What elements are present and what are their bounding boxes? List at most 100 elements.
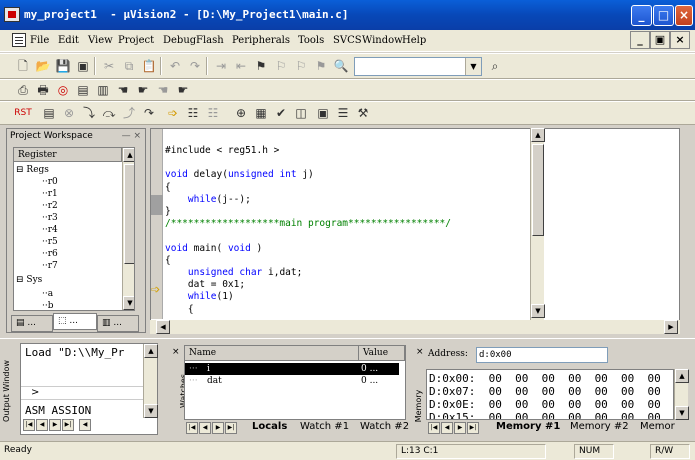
- scroll-thumb[interactable]: [124, 164, 134, 264]
- last-tab-icon[interactable]: ▶|: [225, 422, 237, 434]
- open-folder-icon[interactable]: 📂: [34, 57, 52, 75]
- tab-watch-2[interactable]: Watch #2: [360, 419, 409, 435]
- scroll-down-icon[interactable]: ▼: [675, 406, 689, 420]
- tab-books[interactable]: ▥ ...: [97, 315, 139, 332]
- scroll-up-icon[interactable]: ▲: [675, 369, 689, 383]
- maximize-button[interactable]: □: [653, 5, 674, 26]
- hand-disabled-icon[interactable]: ☚: [154, 81, 172, 99]
- tab-files[interactable]: ▤ ...: [11, 315, 53, 332]
- prev-tab-icon[interactable]: ◀: [441, 422, 453, 434]
- menu-svcs[interactable]: SVCS: [333, 35, 362, 46]
- bookmark-clear-icon[interactable]: ⚑: [312, 57, 330, 75]
- performance-analyzer-icon[interactable]: ◫: [292, 104, 310, 122]
- menu-edit[interactable]: Edit: [58, 35, 79, 46]
- menu-project[interactable]: Project: [118, 35, 154, 46]
- code-coverage-icon[interactable]: ✔: [272, 104, 290, 122]
- menu-view[interactable]: View: [88, 35, 113, 46]
- find-in-files-icon[interactable]: 🔍: [332, 57, 350, 75]
- memory-window-icon[interactable]: ▣: [314, 104, 332, 122]
- tree-node[interactable]: ··r4: [42, 224, 58, 236]
- scroll-thumb[interactable]: [532, 144, 544, 236]
- run-icon[interactable]: ▤: [40, 104, 58, 122]
- trace-record-icon[interactable]: ☷: [204, 104, 222, 122]
- find-combo[interactable]: ▼: [354, 57, 482, 76]
- paste-icon[interactable]: 📋: [140, 57, 158, 75]
- undo-icon[interactable]: ↶: [166, 57, 184, 75]
- stop-icon[interactable]: ⊗: [60, 104, 78, 122]
- mdi-close-button[interactable]: ×: [670, 31, 690, 49]
- scroll-up-icon[interactable]: ▲: [531, 128, 545, 142]
- cut-icon[interactable]: ✂: [100, 57, 118, 75]
- minimize-button[interactable]: _: [631, 5, 652, 26]
- editor-vertical-scrollbar[interactable]: ▲ ▼: [530, 128, 545, 334]
- scroll-right-icon[interactable]: ▶: [664, 320, 678, 334]
- hand-icon[interactable]: ☚: [114, 81, 132, 99]
- first-tab-icon[interactable]: |◀: [428, 422, 440, 434]
- output-scrollbar[interactable]: ▲ ▼: [143, 344, 158, 418]
- next-tab-icon[interactable]: ▶: [49, 419, 61, 431]
- tree-node[interactable]: ⊟ Regs: [16, 164, 49, 176]
- tree-node[interactable]: ··a: [42, 288, 53, 300]
- tab-memory-1[interactable]: Memory #1: [496, 419, 560, 435]
- chevron-down-icon[interactable]: ▼: [465, 58, 481, 75]
- mdi-minimize-button[interactable]: _: [630, 31, 650, 49]
- editor-horizontal-scrollbar[interactable]: ◀ ▶: [150, 320, 680, 334]
- tree-node[interactable]: ··r1: [42, 188, 58, 200]
- collapse-icon[interactable]: ⊟: [16, 165, 24, 175]
- save-all-icon[interactable]: ▣: [74, 57, 92, 75]
- last-tab-icon[interactable]: ▶|: [62, 419, 74, 431]
- close-icon[interactable]: ×: [172, 347, 182, 357]
- prev-tab-icon[interactable]: ◀: [36, 419, 48, 431]
- menu-help[interactable]: Help: [402, 35, 426, 46]
- redo-icon[interactable]: ↷: [186, 57, 204, 75]
- scroll-left-icon[interactable]: ◀: [79, 419, 91, 431]
- collapse-icon[interactable]: ⊟: [16, 275, 24, 285]
- menu-window[interactable]: Window: [362, 35, 403, 46]
- prev-tab-icon[interactable]: ◀: [199, 422, 211, 434]
- step-into-icon[interactable]: ⤵: [80, 104, 98, 122]
- tab-watch-1[interactable]: Watch #1: [300, 419, 349, 435]
- hand-stop-icon[interactable]: ☛: [134, 81, 152, 99]
- tab-registers[interactable]: ⬚ ...: [53, 313, 97, 330]
- first-tab-icon[interactable]: |◀: [186, 422, 198, 434]
- code-editor[interactable]: ➩ #include < reg51.h > void delay(unsigne…: [150, 128, 680, 334]
- scroll-left-icon[interactable]: ◀: [156, 320, 170, 334]
- new-file-icon[interactable]: 🗋: [14, 57, 32, 75]
- tab-memory-2[interactable]: Memory #2: [570, 419, 629, 435]
- first-tab-icon[interactable]: |◀: [23, 419, 35, 431]
- scroll-up-icon[interactable]: ▲: [123, 148, 134, 162]
- tree-node[interactable]: ··r0: [42, 176, 58, 188]
- workspace-panel-controls[interactable]: — ×: [122, 129, 141, 143]
- output-window[interactable]: Load "D:\\My_Pr > ASM ASSION ▲ ▼ |◀ ◀ ▶ …: [20, 343, 158, 435]
- value-column-header[interactable]: Value: [359, 346, 405, 361]
- tab-memory-3[interactable]: Memor: [640, 419, 675, 435]
- show-next-statement-icon[interactable]: ➩: [164, 104, 182, 122]
- binoculars-icon[interactable]: ⌕: [486, 57, 504, 75]
- locals-window[interactable]: Name Value ··· i 0 ... ··· dat 0 ...: [184, 345, 406, 420]
- printer-icon[interactable]: 🖶: [34, 81, 52, 99]
- debug-session-icon[interactable]: ◎: [54, 81, 72, 99]
- command-line[interactable]: >: [21, 386, 157, 400]
- workspace-icon[interactable]: ▤: [74, 81, 92, 99]
- scroll-up-icon[interactable]: ▲: [144, 344, 158, 358]
- menu-debug[interactable]: Debug: [163, 35, 196, 46]
- tree-node[interactable]: ··r5: [42, 236, 58, 248]
- hand-clear-icon[interactable]: ☛: [174, 81, 192, 99]
- disassembly-icon[interactable]: ⊕: [232, 104, 250, 122]
- scroll-down-icon[interactable]: ▼: [123, 296, 134, 310]
- unindent-icon[interactable]: ⇤: [232, 57, 250, 75]
- serial-window-icon[interactable]: ☰: [334, 104, 352, 122]
- table-row[interactable]: ··· i 0 ...: [185, 363, 399, 375]
- step-out-icon[interactable]: ⤴: [120, 104, 138, 122]
- document-menu-icon[interactable]: [12, 33, 26, 47]
- memory-scrollbar[interactable]: ▲ ▼: [674, 369, 689, 420]
- next-tab-icon[interactable]: ▶: [212, 422, 224, 434]
- close-icon[interactable]: ×: [416, 347, 426, 357]
- tree-node[interactable]: ··r2: [42, 200, 58, 212]
- scroll-down-icon[interactable]: ▼: [144, 404, 158, 418]
- next-tab-icon[interactable]: ▶: [454, 422, 466, 434]
- scroll-down-icon[interactable]: ▼: [531, 304, 545, 318]
- step-over-icon[interactable]: ⤼: [100, 104, 118, 122]
- tree-node[interactable]: ··r7: [42, 260, 58, 272]
- tree-node[interactable]: ··r6: [42, 248, 58, 260]
